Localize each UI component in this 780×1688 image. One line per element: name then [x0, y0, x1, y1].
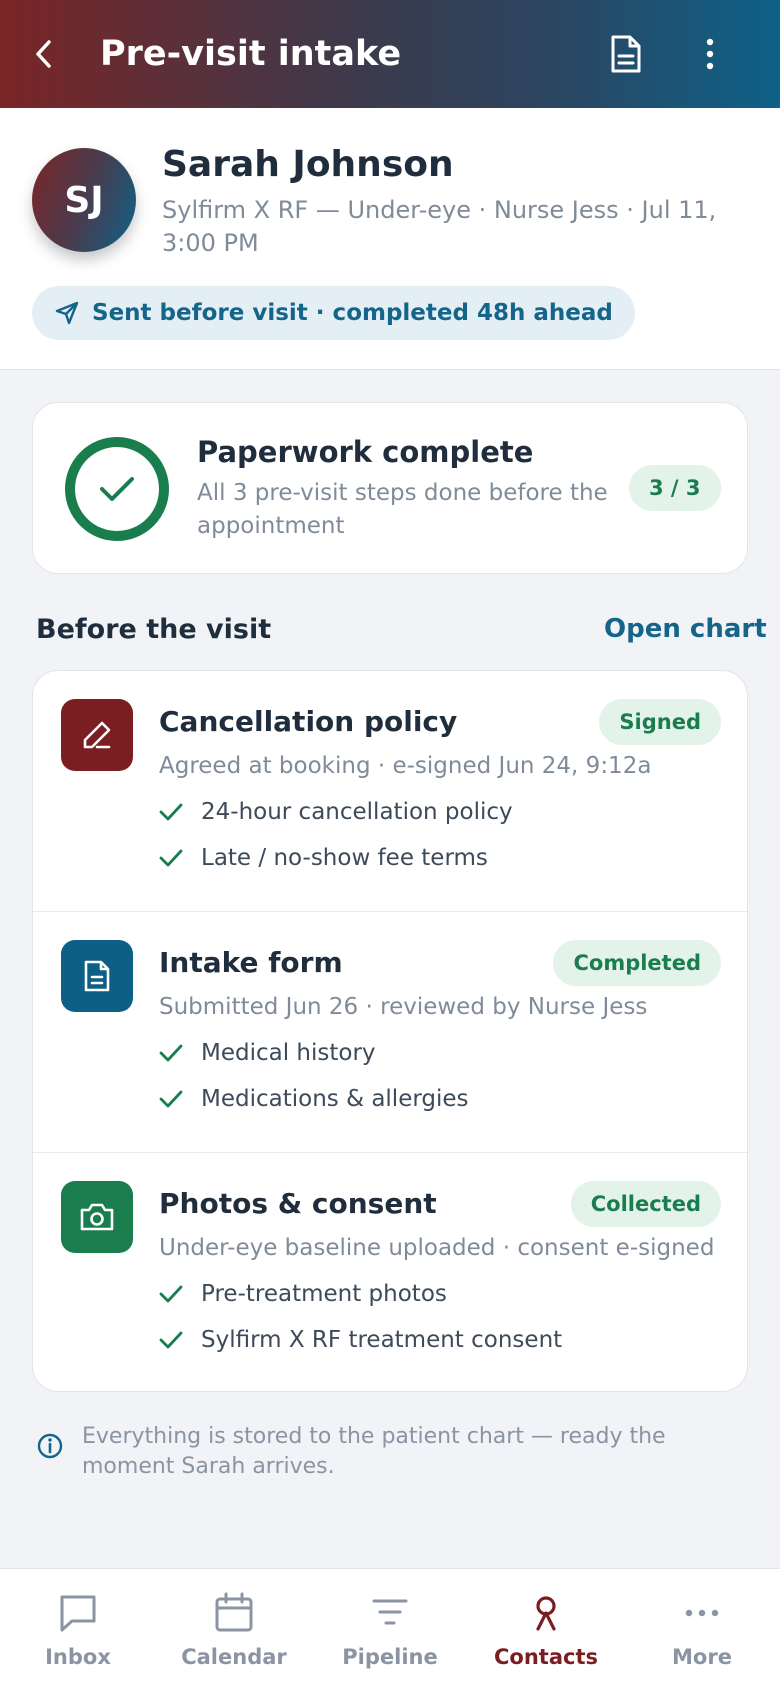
checklist-label: Sylfirm X RF treatment consent	[201, 1327, 563, 1353]
filter-icon	[372, 1599, 408, 1625]
checklist-item: Sylfirm X RF treatment consent	[159, 1327, 562, 1353]
nav-inbox[interactable]: Inbox	[0, 1569, 156, 1688]
appointment-details: Sylfirm X RF — Under-eye · Nurse Jess · …	[162, 196, 717, 257]
info-note-text: Everything is stored to the patient char…	[82, 1424, 666, 1479]
check-icon	[159, 1044, 183, 1062]
form-icon	[84, 960, 110, 992]
step-title: Photos & consent	[159, 1187, 437, 1220]
step-detail: Under-eye baseline uploaded · consent e-…	[159, 1235, 715, 1261]
page-title: Pre-visit intake	[100, 34, 402, 74]
step-cancellation-policy[interactable]: Cancellation policy Signed Agreed at boo…	[33, 671, 747, 911]
paperwork-summary-card: Paperwork complete All 3 pre-visit steps…	[32, 402, 748, 574]
nav-more[interactable]: More	[624, 1569, 780, 1688]
document-icon	[611, 35, 641, 73]
step-detail: Submitted Jun 26 · reviewed by Nurse Jes…	[159, 994, 648, 1020]
check-icon	[159, 1331, 183, 1349]
checklist-label: Pre-treatment photos	[201, 1281, 447, 1307]
checklist-item: Medications & allergies	[159, 1086, 469, 1112]
nav-label: More	[672, 1645, 732, 1669]
calendar-icon	[215, 1592, 253, 1632]
nav-contacts[interactable]: Contacts	[468, 1569, 624, 1688]
section-title: Before the visit	[36, 614, 272, 645]
step-icon-box	[61, 940, 133, 1012]
checklist-label: Late / no-show fee terms	[201, 845, 488, 871]
step-title: Intake form	[159, 946, 343, 979]
status-badge: Completed	[553, 940, 721, 986]
step-photos-consent[interactable]: Photos & consent Collected Under-eye bas…	[33, 1152, 747, 1391]
checklist-label: 24-hour cancellation policy	[201, 799, 513, 825]
nav-label: Inbox	[45, 1645, 111, 1669]
steps-card: Cancellation policy Signed Agreed at boo…	[32, 670, 748, 1392]
sent-status-pill: Sent before visit · completed 48h ahead	[32, 286, 635, 340]
info-icon	[37, 1433, 63, 1459]
chat-icon	[60, 1595, 96, 1632]
sent-status-text: Sent before visit · completed 48h ahead	[92, 300, 613, 326]
step-detail: Agreed at booking · e-signed Jun 24, 9:1…	[159, 753, 652, 779]
patient-name: Sarah Johnson	[162, 144, 454, 185]
check-icon	[159, 803, 183, 821]
document-button[interactable]	[602, 28, 650, 80]
nav-label: Pipeline	[342, 1645, 438, 1669]
camera-icon	[80, 1203, 114, 1231]
summary-count-badge: 3 / 3	[629, 465, 721, 511]
send-icon	[55, 301, 79, 325]
check-icon	[159, 1285, 183, 1303]
complete-ring	[65, 437, 169, 541]
checklist-item: Late / no-show fee terms	[159, 845, 488, 871]
nav-label: Calendar	[181, 1645, 287, 1669]
back-button[interactable]	[20, 30, 68, 78]
app-bar: Pre-visit intake	[0, 0, 780, 108]
nav-label: Contacts	[494, 1645, 598, 1669]
step-icon-box	[61, 699, 133, 771]
patient-header: SJ Sarah Johnson Sylfirm X RF — Under-ey…	[0, 108, 780, 370]
more-options-button[interactable]	[686, 28, 734, 80]
pen-icon	[83, 721, 111, 749]
avatar: SJ	[32, 148, 136, 252]
bottom-nav: Inbox Calendar Pipeline Contacts More	[0, 1568, 780, 1688]
info-note: Everything is stored to the patient char…	[36, 1422, 748, 1482]
summary-subtitle: All 3 pre-visit steps done before the ap…	[197, 480, 608, 539]
checklist-label: Medical history	[201, 1040, 376, 1066]
checklist-item: Medical history	[159, 1040, 376, 1066]
nav-pipeline[interactable]: Pipeline	[312, 1569, 468, 1688]
check-icon	[159, 849, 183, 867]
checklist-label: Medications & allergies	[201, 1086, 469, 1112]
checklist-item: 24-hour cancellation policy	[159, 799, 513, 825]
nav-calendar[interactable]: Calendar	[156, 1569, 312, 1688]
check-icon	[159, 1090, 183, 1108]
summary-title: Paperwork complete	[197, 435, 534, 469]
step-icon-box	[61, 1181, 133, 1253]
checklist-item: Pre-treatment photos	[159, 1281, 447, 1307]
more-vertical-icon	[706, 38, 714, 70]
status-badge: Collected	[570, 1181, 721, 1227]
status-badge: Signed	[599, 699, 721, 745]
chevron-left-icon	[36, 40, 51, 68]
more-horizontal-icon	[685, 1609, 719, 1617]
open-chart-link[interactable]: Open chart	[604, 614, 767, 644]
contact-icon	[536, 1596, 556, 1631]
check-icon	[100, 477, 134, 501]
step-intake-form[interactable]: Intake form Completed Submitted Jun 26 ·…	[33, 911, 747, 1151]
step-title: Cancellation policy	[159, 705, 458, 738]
